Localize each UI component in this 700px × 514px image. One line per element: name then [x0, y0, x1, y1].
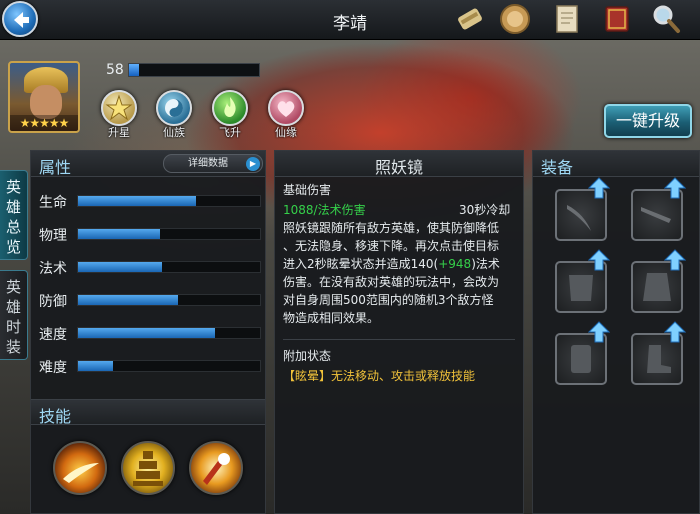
attributes-title: 属性 — [39, 158, 72, 177]
one-click-upgrade-button[interactable]: 一键升级 — [604, 104, 692, 138]
stat-row: 难度 — [39, 356, 261, 376]
flame-icon — [212, 90, 248, 126]
stat-name: 生命 — [39, 195, 67, 211]
badge-icon[interactable] — [498, 2, 532, 36]
detail-data-button[interactable]: 详细数据 ▶ — [163, 154, 263, 173]
attributes-panel: 属性 详细数据 ▶ 生命物理法术防御速度难度 技能 — [30, 150, 266, 514]
stat-bar-track — [77, 195, 261, 207]
taiji-icon — [156, 90, 192, 126]
stat-bar-track — [77, 261, 261, 273]
extra-status-title: 附加状态 — [283, 349, 332, 363]
upgrade-arrow-icon — [664, 177, 686, 199]
equipment-header: 装备 — [533, 151, 699, 177]
skill-desc-line5: 对自身周围500范围内的随机3个敌方怪 — [283, 293, 494, 307]
pagoda-skill-icon[interactable] — [121, 441, 175, 495]
star-up-button[interactable]: 升星 — [95, 90, 143, 140]
skill-desc-line3-a: 进入2秒眩晕状态并造成140( — [283, 257, 439, 271]
skill-desc-line2: 、无法隐身、移速下降。再次点击使目标 — [283, 239, 500, 253]
stat-bar-track — [77, 360, 261, 372]
detail-data-label: 详细数据 — [188, 158, 228, 169]
star-up-label: 升星 — [108, 126, 130, 139]
stat-bar-track — [77, 228, 261, 240]
skill-desc-line3: 进入2秒眩晕状态并造成140(+948)法术 — [283, 255, 500, 273]
stat-name: 速度 — [39, 327, 67, 343]
skill-type: 基础伤害 — [283, 183, 332, 197]
skill-damage: 1088/法术伤害 — [283, 203, 366, 217]
burst-skill-icon[interactable] — [189, 441, 243, 495]
tab-hero-overview[interactable]: 英雄总览 — [0, 170, 28, 260]
book-icon[interactable] — [600, 2, 634, 36]
skill-desc-line4: 伤害。在没有敌对英雄的玩法中，会改为 — [283, 275, 500, 289]
level-progress-bar — [128, 63, 260, 77]
skill-detail-header: 照妖镜 — [275, 151, 523, 177]
skills-title: 技能 — [39, 407, 72, 426]
upgrade-arrow-icon — [664, 321, 686, 343]
attributes-header: 属性 详细数据 ▶ — [31, 151, 265, 177]
upgrade-arrow-icon — [588, 177, 610, 199]
stat-row: 物理 — [39, 224, 261, 244]
stat-name: 法术 — [39, 261, 67, 277]
skills-header: 技能 — [31, 399, 265, 426]
stat-bar-fill — [78, 328, 215, 338]
top-bar: 李靖 — [0, 0, 700, 40]
stat-row: 法术 — [39, 257, 261, 277]
stat-bar-fill — [78, 229, 160, 239]
heart-icon — [268, 90, 304, 126]
hero-name-title: 李靖 — [333, 14, 367, 34]
stat-row: 生命 — [39, 191, 261, 211]
upgrade-arrow-icon — [588, 321, 610, 343]
document-icon[interactable] — [550, 2, 584, 36]
hero-face — [30, 85, 62, 119]
fate-label: 仙缘 — [275, 126, 297, 139]
stat-bar-fill — [78, 295, 179, 305]
scroll-icon[interactable] — [453, 2, 487, 36]
star-rating: ★★★★★ — [10, 115, 78, 131]
skill-desc-line3-c: )法术 — [471, 257, 500, 271]
upgrade-arrow-icon — [588, 249, 610, 271]
stat-bar-track — [77, 294, 261, 306]
skill-desc-line6: 物造成相同效果。 — [283, 311, 380, 325]
clan-label: 仙族 — [163, 126, 185, 139]
level-progress-fill — [129, 64, 140, 76]
hero-portrait[interactable]: ★★★★★ — [8, 61, 80, 133]
tab-hero-overview-label: 英雄总览 — [5, 178, 21, 256]
stat-bar-fill — [78, 361, 113, 371]
tab-hero-fashion[interactable]: 英雄时装 — [0, 270, 28, 360]
stat-bar-track — [77, 327, 261, 339]
skill-cooldown: 30秒冷却 — [459, 203, 511, 217]
skill-desc-line1: 照妖镜跟随所有敌方英雄，使其防御降低 — [283, 221, 500, 235]
star-icon — [101, 90, 137, 126]
hero-level: 58 — [106, 62, 124, 78]
clan-button[interactable]: 仙族 — [150, 90, 198, 140]
stat-row: 防御 — [39, 290, 261, 310]
skill-bonus-damage: +948 — [438, 257, 472, 271]
ascend-label: 飞升 — [219, 126, 241, 139]
stat-name: 物理 — [39, 228, 67, 244]
skill-detail-panel: 照妖镜 基础伤害 1088/法术伤害 30秒冷却 照妖镜跟随所有敌方英雄，使其防… — [274, 150, 524, 514]
tab-hero-fashion-label: 英雄时装 — [5, 278, 21, 356]
magnifier-icon[interactable] — [649, 2, 683, 36]
stat-bar-fill — [78, 262, 162, 272]
extra-status-text: 【眩晕】无法移动、攻击或释放技能 — [283, 369, 476, 383]
skill-name: 照妖镜 — [374, 158, 423, 177]
stat-name: 防御 — [39, 294, 67, 310]
ascend-button[interactable]: 飞升 — [206, 90, 254, 140]
upgrade-arrow-icon — [664, 249, 686, 271]
equipment-title: 装备 — [541, 158, 574, 177]
stat-row: 速度 — [39, 323, 261, 343]
play-arrow-icon: ▶ — [246, 157, 260, 171]
divider — [283, 339, 515, 340]
slash-skill-icon[interactable] — [53, 441, 107, 495]
fate-button[interactable]: 仙缘 — [262, 90, 310, 140]
stat-bar-fill — [78, 196, 197, 206]
stat-name: 难度 — [39, 360, 67, 376]
equipment-panel: 装备 — [532, 150, 700, 514]
